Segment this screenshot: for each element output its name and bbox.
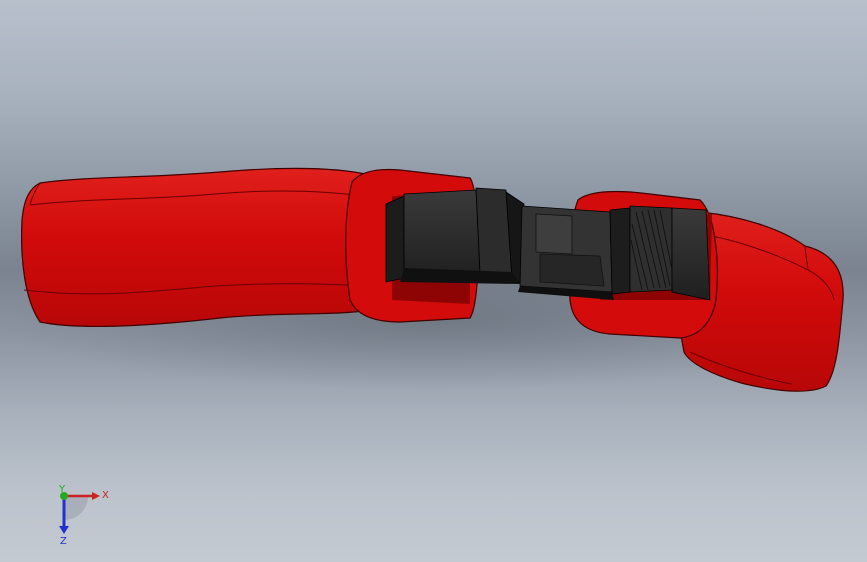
orientation-triad: X Y Z xyxy=(58,484,109,547)
graphics-viewport[interactable]: X Y Z xyxy=(0,0,867,562)
3d-model[interactable] xyxy=(0,0,867,562)
x-axis-label: X xyxy=(102,490,109,501)
left-handle[interactable] xyxy=(21,167,373,327)
z-axis-label: Z xyxy=(60,536,67,547)
y-axis-label: Y xyxy=(58,484,66,495)
triad-plane xyxy=(64,496,88,520)
